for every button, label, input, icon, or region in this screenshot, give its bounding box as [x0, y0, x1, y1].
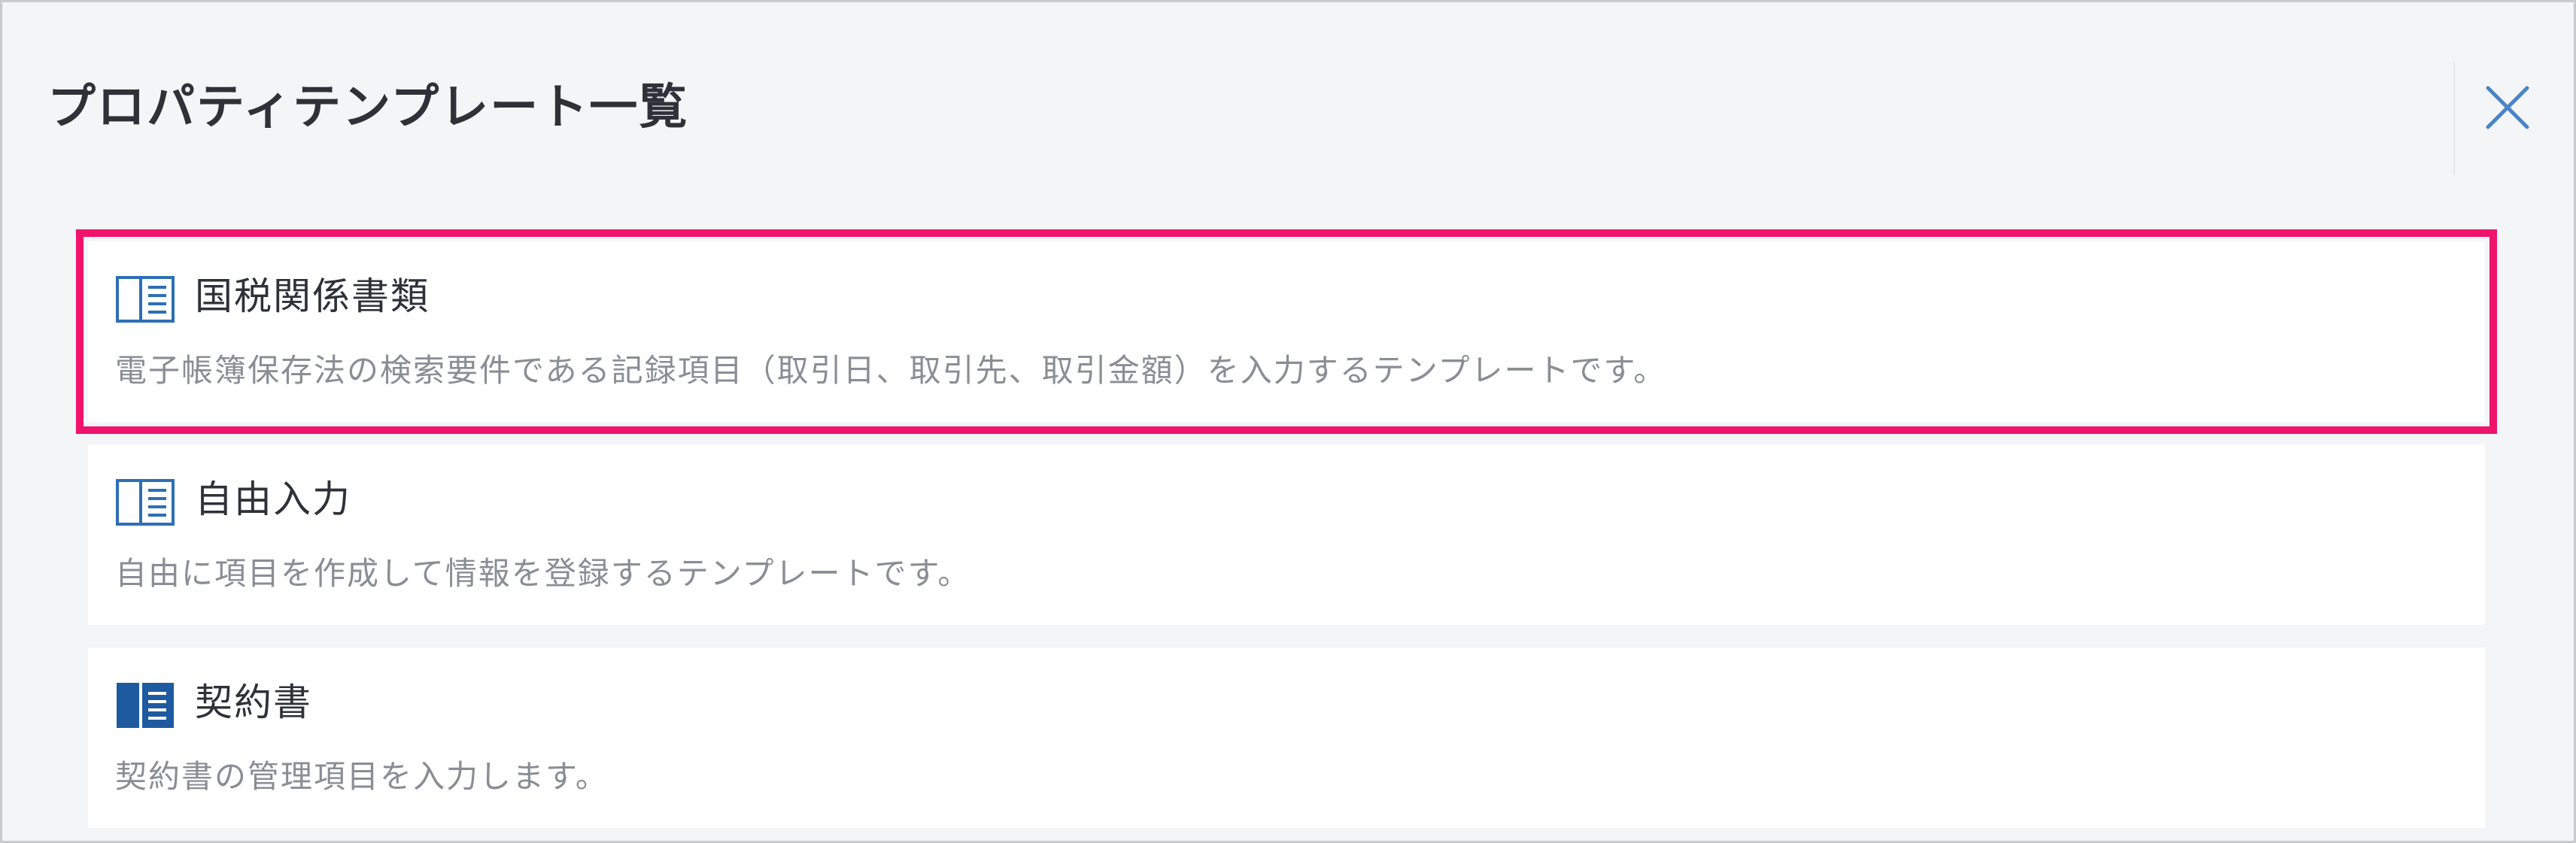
dialog-title: プロパティテンプレート一覧: [47, 80, 689, 135]
template-card-contract[interactable]: 契約書 契約書の管理項目を入力します。: [88, 647, 2485, 828]
template-description: 電子帳簿保存法の検索要件である記録項目（取引日、取引先、取引金額）を入力するテン…: [115, 352, 1667, 389]
close-button[interactable]: [2477, 77, 2538, 138]
dialog-header: プロパティテンプレート一覧: [2, 2, 2574, 205]
header-divider: [2453, 62, 2455, 175]
template-title: 国税関係書類: [195, 274, 430, 318]
book-outline-icon: [115, 478, 175, 526]
template-title: 契約書: [195, 681, 312, 724]
book-outline-icon: [115, 275, 175, 323]
template-description: 自由に項目を作成して情報を登録するテンプレートです。: [115, 555, 971, 592]
template-list: 国税関係書類 電子帳簿保存法の検索要件である記録項目（取引日、取引先、取引金額）…: [76, 229, 2497, 841]
close-icon: [2486, 86, 2529, 129]
book-filled-icon: [115, 681, 175, 729]
template-card-free-input[interactable]: 自由入力 自由に項目を作成して情報を登録するテンプレートです。: [88, 444, 2485, 625]
template-description: 契約書の管理項目を入力します。: [115, 758, 609, 795]
template-dialog: プロパティテンプレート一覧 国税関係書類 電子帳簿保存法の検索要件である記録項目…: [0, 0, 2576, 843]
template-title: 自由入力: [195, 478, 351, 521]
template-card-kokuzei[interactable]: 国税関係書類 電子帳簿保存法の検索要件である記録項目（取引日、取引先、取引金額）…: [76, 229, 2497, 434]
